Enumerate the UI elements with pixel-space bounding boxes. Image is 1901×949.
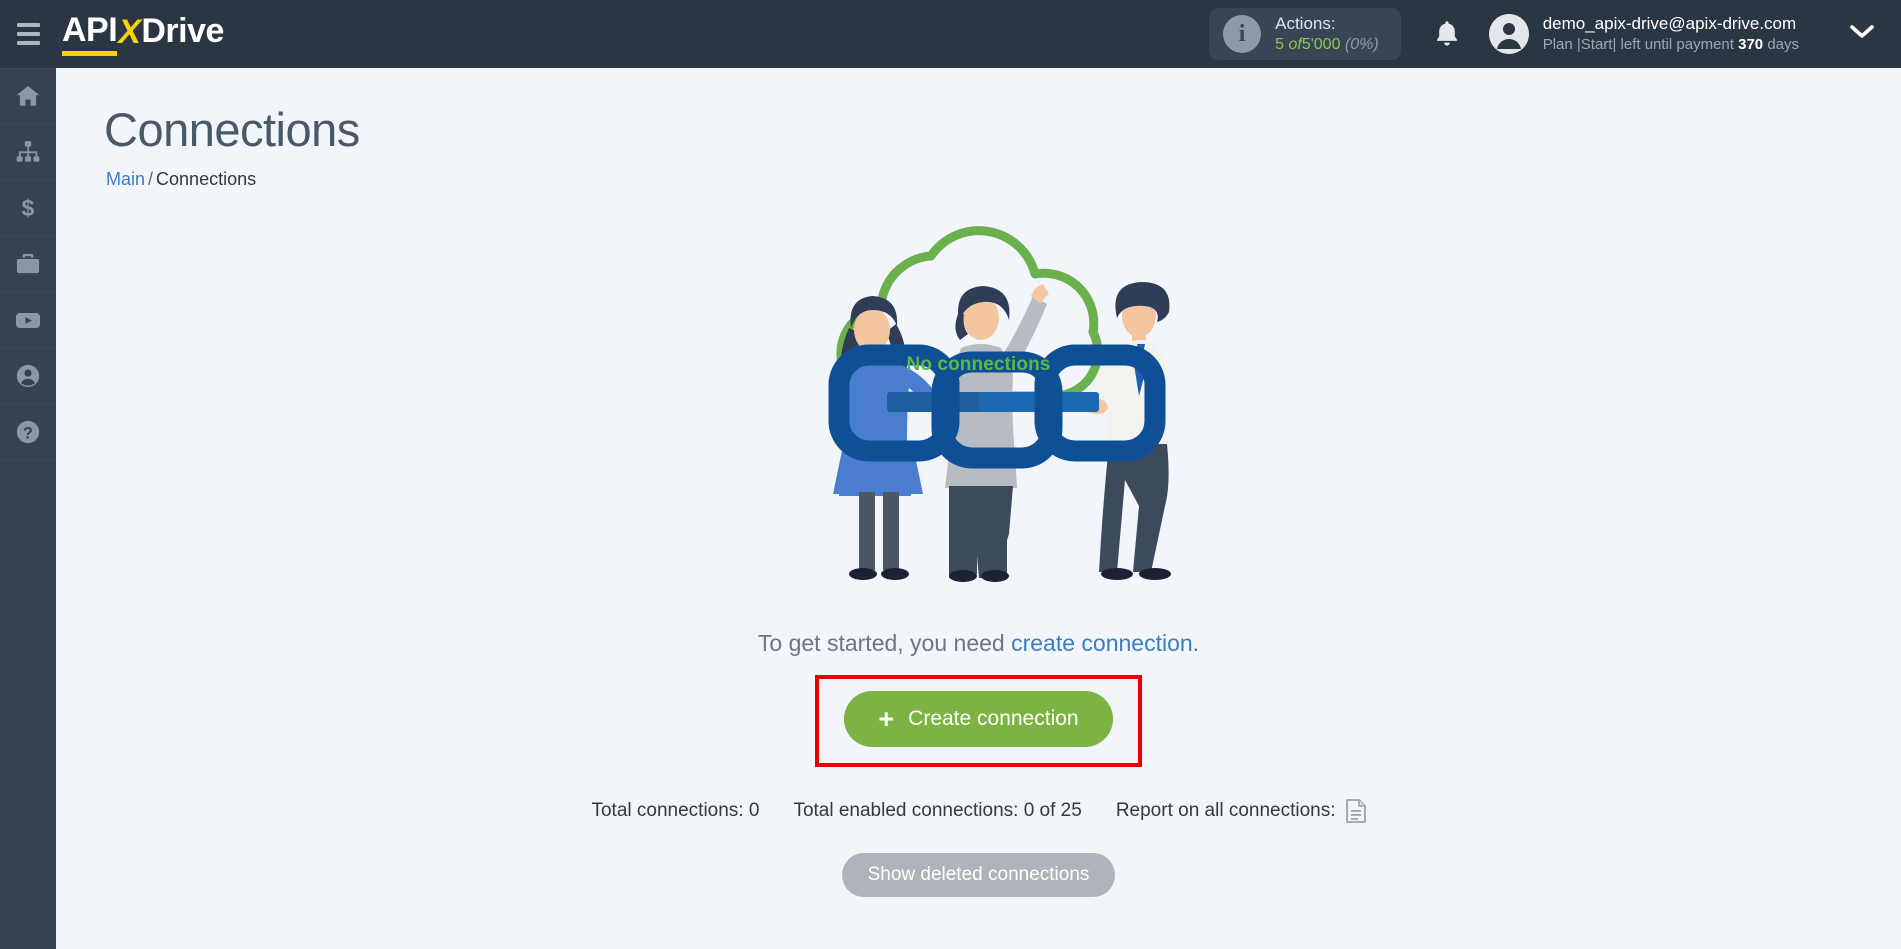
chevron-down-icon[interactable] bbox=[1849, 24, 1875, 45]
account-menu[interactable]: demo_apix-drive@apix-drive.com Plan |Sta… bbox=[1479, 0, 1901, 68]
actions-label: Actions: bbox=[1275, 14, 1336, 34]
svg-text:?: ? bbox=[23, 424, 33, 442]
create-button-zone: + Create connection bbox=[56, 675, 1901, 767]
hint-suffix: . bbox=[1192, 630, 1200, 656]
actions-value: 5 of5'000 (0%) bbox=[1275, 35, 1379, 55]
account-plan-days: 370 bbox=[1738, 36, 1764, 54]
actions-limit: 5'000 bbox=[1301, 35, 1341, 53]
logo-api-text: API bbox=[62, 11, 118, 56]
logo-drive-text: Drive bbox=[141, 11, 224, 50]
hamburger-menu-icon[interactable] bbox=[0, 0, 56, 68]
page-title: Connections bbox=[104, 103, 360, 156]
sidebar-item-home[interactable] bbox=[0, 68, 56, 124]
sidebar: $ ? bbox=[0, 68, 56, 949]
sitemap-icon bbox=[16, 140, 40, 162]
actions-of: of bbox=[1288, 35, 1302, 53]
chevron-down-svg bbox=[1850, 24, 1874, 38]
user-circle-icon bbox=[16, 364, 40, 387]
account-email: demo_apix-drive@apix-drive.com bbox=[1542, 14, 1797, 34]
actions-used: 5 bbox=[1275, 35, 1285, 53]
user-avatar-icon bbox=[1488, 14, 1529, 54]
actions-percent: (0%) bbox=[1344, 35, 1379, 53]
breadcrumb-current: Connections bbox=[156, 169, 257, 189]
breadcrumb-separator: / bbox=[148, 169, 154, 189]
account-plan-prefix: Plan |Start| left until payment bbox=[1542, 36, 1734, 54]
hamburger-bar bbox=[16, 32, 40, 36]
top-bar: API X Drive i Actions: 5 of5'000 (0%) de… bbox=[0, 0, 1901, 68]
report-on-all-connections[interactable]: Report on all connections: bbox=[1116, 799, 1366, 823]
highlight-box: + Create connection bbox=[815, 675, 1142, 767]
report-label: Report on all connections: bbox=[1115, 800, 1336, 821]
empty-state-illustration: No connections bbox=[739, 210, 1219, 620]
sidebar-item-video[interactable] bbox=[0, 292, 56, 348]
sidebar-item-help[interactable]: ? bbox=[0, 404, 56, 460]
question-circle-icon: ? bbox=[16, 420, 40, 443]
create-connection-button[interactable]: + Create connection bbox=[844, 691, 1113, 747]
hamburger-bar bbox=[16, 23, 40, 27]
actions-quota-text: Actions: 5 of5'000 (0%) bbox=[1275, 13, 1379, 54]
svg-text:$: $ bbox=[22, 195, 35, 221]
show-deleted-zone: Show deleted connections bbox=[56, 853, 1901, 897]
sidebar-item-connections[interactable] bbox=[0, 124, 56, 180]
illustration-svg bbox=[828, 226, 1171, 582]
info-icon: i bbox=[1223, 15, 1262, 53]
sidebar-item-billing[interactable]: $ bbox=[0, 180, 56, 236]
briefcase-icon bbox=[16, 253, 40, 273]
apix-drive-logo[interactable]: API X Drive bbox=[62, 11, 224, 57]
breadcrumb-link-main[interactable]: Main bbox=[106, 169, 145, 189]
video-play-icon bbox=[16, 312, 40, 328]
sidebar-item-business[interactable] bbox=[0, 236, 56, 292]
document-icon[interactable] bbox=[1345, 799, 1366, 823]
create-connection-button-label: Create connection bbox=[908, 707, 1079, 730]
account-text: demo_apix-drive@apix-drive.com Plan |Sta… bbox=[1543, 13, 1799, 55]
logo-x-text: X bbox=[118, 12, 141, 51]
bell-icon-svg bbox=[1436, 21, 1457, 46]
stat-total-connections: Total connections: 0 bbox=[591, 800, 760, 821]
home-icon bbox=[16, 86, 40, 106]
create-connection-link[interactable]: create connection bbox=[1011, 630, 1193, 656]
account-plan-suffix: days bbox=[1767, 36, 1799, 54]
actions-quota-panel[interactable]: i Actions: 5 of5'000 (0%) bbox=[1209, 8, 1401, 60]
plus-icon: + bbox=[878, 703, 895, 734]
sidebar-item-account[interactable] bbox=[0, 348, 56, 404]
stat-total-enabled: Total enabled connections: 0 of 25 bbox=[793, 800, 1082, 821]
hamburger-bar bbox=[16, 41, 40, 45]
show-deleted-connections-button[interactable]: Show deleted connections bbox=[841, 853, 1116, 897]
illustration-wrapper: No connections bbox=[56, 210, 1901, 620]
breadcrumb: Main / Connections bbox=[106, 169, 1901, 190]
hint-prefix: To get started, you need bbox=[757, 630, 1005, 656]
dollar-icon: $ bbox=[22, 195, 35, 221]
get-started-hint: To get started, you need create connecti… bbox=[56, 630, 1901, 657]
cloud-label: No connections bbox=[906, 354, 1051, 375]
main-content: Connections Main / Connections No connec… bbox=[56, 68, 1901, 949]
notifications-bell-icon[interactable] bbox=[1415, 0, 1479, 68]
connections-stats: Total connections: 0 Total enabled conne… bbox=[56, 799, 1901, 823]
avatar-svg bbox=[1488, 14, 1529, 54]
account-plan: Plan |Start| left until payment 370 days bbox=[1543, 35, 1799, 55]
